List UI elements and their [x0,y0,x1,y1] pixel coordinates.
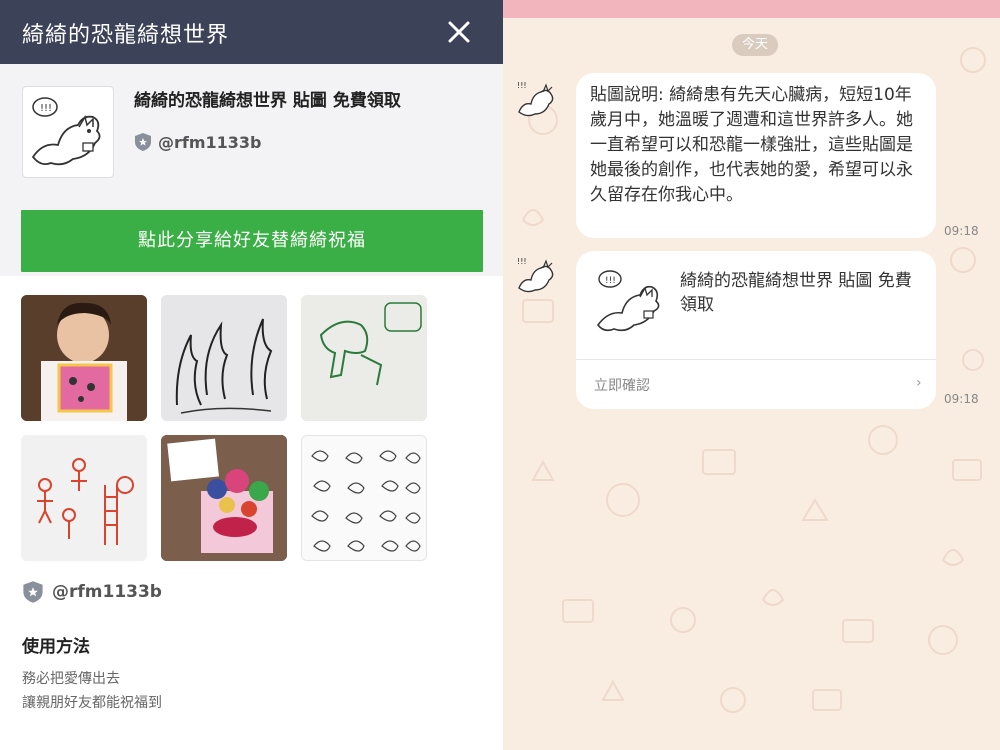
sender-avatar[interactable]: !!! [513,252,559,298]
sender-avatar[interactable]: !!! [513,76,559,122]
author-row[interactable]: @rfm1133b [134,130,262,154]
photo-sticker-sheet[interactable] [301,435,427,561]
message-text: 貼圖說明: 綺綺患有先天心臟病，短短10年歲月中，她溫暖了週遭和這世界許多人。她… [590,85,913,205]
sticker-detail-panel: 綺綺的恐龍綺想世界 !!! 綺綺的恐龍綺想世界 貼圖 免費領取 @rfm1133… [0,0,503,750]
sticker-card-image: !!! [597,270,660,332]
author-name-footer: @rfm1133b [52,582,162,602]
product-summary: !!! 綺綺的恐龍綺想世界 貼圖 免費領取 @rfm1133b 點此分享給好友替… [0,64,503,276]
shield-badge-icon [23,581,43,603]
photo-dinosaur-whiteboard[interactable] [301,295,427,421]
card-divider [576,359,936,360]
top-pink-bar [503,0,1000,18]
photo-red-figures-drawing[interactable] [21,435,147,561]
chevron-right-icon[interactable]: › [916,375,922,391]
chat-panel: 今天 !!! 貼圖說明: 綺綺患有先天心臟病，短短10年歲月中，她溫暖了週遭和這… [503,0,1000,750]
confirm-link[interactable]: 立即確認 [594,375,650,395]
message-bubble-text: 貼圖說明: 綺綺患有先天心臟病，短短10年歲月中，她溫暖了週遭和這世界許多人。她… [576,73,936,238]
author-row-footer[interactable]: @rfm1133b [22,580,162,604]
shield-badge-icon [135,133,151,151]
close-icon[interactable] [442,15,476,49]
usage-line-1: 務必把愛傳出去 [22,671,120,687]
product-title: 綺綺的恐龍綺想世界 貼圖 免費領取 [134,91,401,111]
header-bar: 綺綺的恐龍綺想世界 [0,0,503,64]
usage-heading: 使用方法 [22,637,90,657]
photo-shark-drawing[interactable] [161,295,287,421]
svg-text:!!!: !!! [40,103,52,114]
usage-line-2: 讓親朋好友都能祝福到 [22,695,162,711]
photo-child-with-drawing[interactable] [21,295,147,421]
svg-text:!!!: !!! [517,257,527,266]
photo-paper-craft[interactable] [161,435,287,561]
date-separator: 今天 [732,34,778,56]
photo-grid [0,276,503,566]
sticker-thumbnail: !!! [22,86,114,178]
message-time: 09:18 [944,224,979,238]
share-button[interactable]: 點此分享給好友替綺綺祝福 [21,210,483,272]
author-name: @rfm1133b [158,132,262,152]
sticker-share-card[interactable]: !!! 綺綺的恐龍綺想世界 貼圖 免費領取 立即確認 › [576,251,936,409]
svg-text:!!!: !!! [605,276,616,286]
svg-text:!!!: !!! [517,81,527,90]
header-title: 綺綺的恐龍綺想世界 [22,23,230,48]
message-time: 09:18 [944,392,979,406]
sticker-card-title: 綺綺的恐龍綺想世界 貼圖 免費領取 [680,271,912,315]
